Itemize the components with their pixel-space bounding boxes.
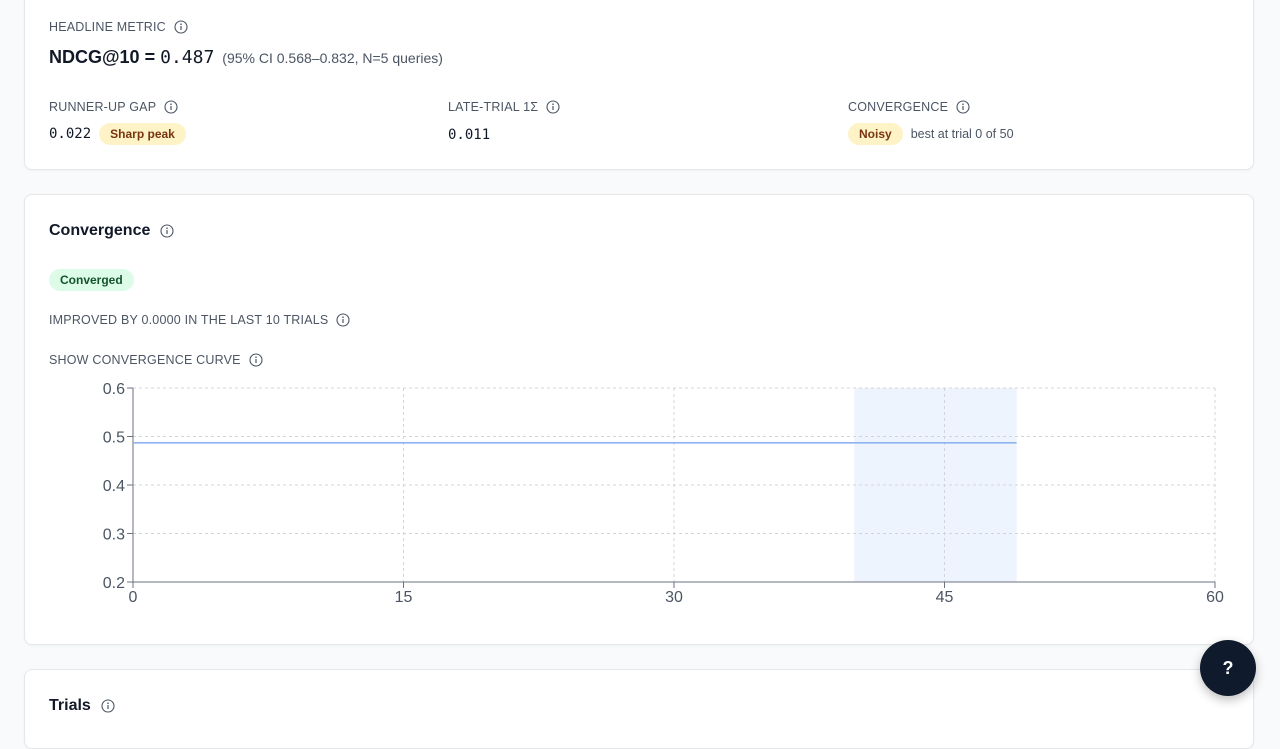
x-tick-label: 30 — [665, 589, 683, 606]
y-tick-label: 0.4 — [103, 478, 125, 495]
info-icon[interactable] — [174, 20, 188, 34]
convergence-chart: 0 15 30 45 60 0.2 0.3 0.4 0.5 0.6 — [103, 381, 1224, 606]
summary-card: HEADLINE METRIC NDCG@10 = 0.487 (95% CI … — [24, 0, 1254, 170]
trials-card: Trials — [24, 669, 1254, 749]
noisy-badge: Noisy — [848, 123, 903, 145]
y-tick-label: 0.2 — [103, 575, 125, 592]
convergence-card: Convergence Converged IMPROVED BY 0.0000… — [24, 194, 1254, 645]
runner-up-gap-stat: RUNNER-UP GAP 0.022 Sharp peak — [49, 100, 186, 145]
convergence-stat: CONVERGENCE Noisy best at trial 0 of 50 — [848, 100, 1014, 145]
headline-metric-label-text: HEADLINE METRIC — [49, 20, 166, 34]
info-icon[interactable] — [164, 100, 178, 114]
runner-up-gap-label: RUNNER-UP GAP — [49, 100, 157, 114]
y-tick-label: 0.6 — [103, 381, 125, 398]
headline-metric-name: NDCG@10 = — [49, 47, 156, 67]
x-tick-label: 60 — [1206, 589, 1224, 606]
best-trial-note: best at trial 0 of 50 — [910, 127, 1014, 141]
info-icon[interactable] — [956, 100, 970, 114]
help-button-label[interactable]: ? — [1223, 658, 1234, 679]
runner-up-gap-value: 0.022 — [49, 126, 92, 142]
late-trial-stat: LATE-TRIAL 1Σ 0.011 — [448, 100, 560, 147]
headline-metric: NDCG@10 = 0.487 (95% CI 0.568–0.832, N=5… — [49, 47, 443, 68]
x-tick-label: 45 — [936, 589, 954, 606]
trials-title-text: Trials — [49, 697, 91, 714]
headline-metric-label: HEADLINE METRIC — [49, 20, 188, 34]
headline-metric-value: 0.487 — [160, 47, 215, 68]
x-tick-label: 0 — [129, 589, 138, 606]
late-trial-label: LATE-TRIAL 1Σ — [448, 100, 539, 114]
sharp-peak-badge: Sharp peak — [99, 123, 186, 145]
y-tick-label: 0.3 — [103, 527, 125, 544]
y-tick-label: 0.5 — [103, 430, 125, 447]
info-icon[interactable] — [546, 100, 560, 114]
x-tick-label: 15 — [395, 589, 413, 606]
convergence-stat-label: CONVERGENCE — [848, 100, 949, 114]
help-button[interactable]: ? — [1200, 640, 1256, 696]
trials-title: Trials — [49, 697, 115, 715]
headline-confidence-interval: (95% CI 0.568–0.832, N=5 queries) — [222, 50, 443, 66]
late-trial-value: 0.011 — [448, 127, 491, 143]
info-icon[interactable] — [101, 699, 115, 713]
